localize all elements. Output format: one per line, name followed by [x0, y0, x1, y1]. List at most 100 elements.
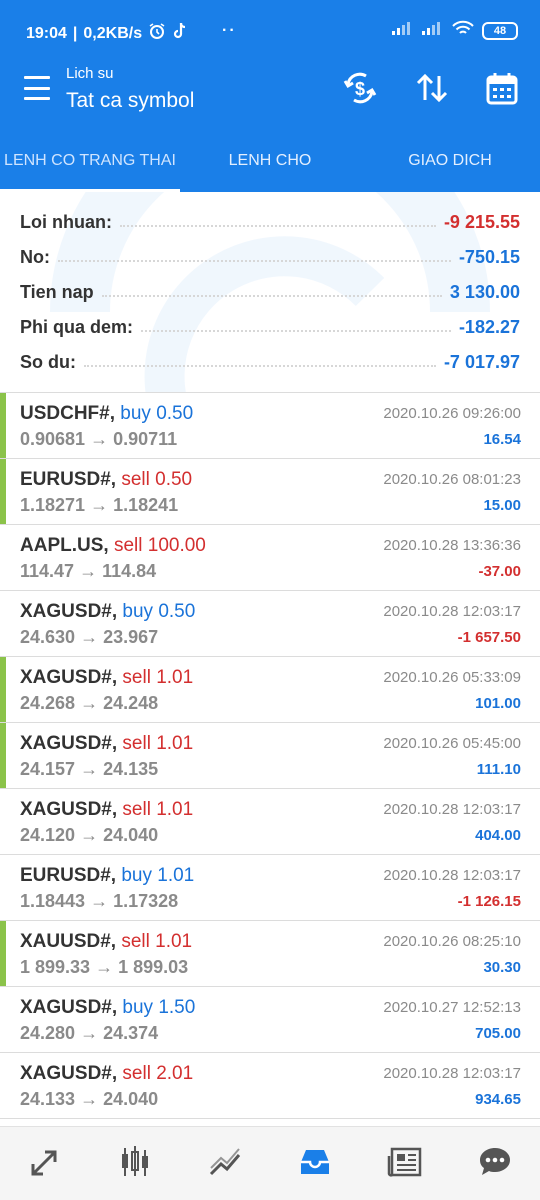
balance-label: So du:: [20, 351, 76, 372]
nav-chat[interactable]: [450, 1127, 540, 1200]
nav-trade[interactable]: [180, 1127, 270, 1200]
dotted-leader: [84, 365, 436, 367]
open-price: 114.47: [20, 561, 75, 581]
tab-bar: LENH CO TRANG THAI LENH CHO GIAO DICH: [0, 136, 540, 192]
order-symbol: USDCHF#,: [20, 403, 116, 424]
order-datetime: 2020.10.26 09:26:00: [383, 405, 521, 422]
signal-icon-2: [422, 21, 444, 40]
order-profit: 934.65: [475, 1091, 521, 1108]
closed-marker: [0, 723, 6, 788]
chat-icon: [477, 1144, 513, 1185]
order-profit: 101.00: [475, 695, 521, 712]
order-symbol-line: EURUSD#, buy 1.01: [20, 865, 194, 887]
order-row[interactable]: XAGUSD#, sell 1.01 24.120 → 24.040 2020.10…: [0, 789, 540, 855]
price-arrow: →: [90, 429, 109, 449]
close-price: 24.248: [103, 693, 159, 713]
signal-icon: [392, 21, 414, 40]
order-profit: -37.00: [478, 563, 521, 580]
price-arrow: →: [80, 825, 99, 845]
order-prices: 24.157 → 24.135: [20, 759, 158, 780]
open-price: 24.280: [20, 1023, 76, 1043]
status-time: 19:04: [26, 24, 67, 42]
tab-lenh-cho[interactable]: LENH CHO: [180, 136, 360, 192]
swap-label: Phi qua dem:: [20, 316, 134, 337]
order-row[interactable]: XAGUSD#, sell 1.01 24.268 → 24.248 2020.10…: [0, 657, 540, 723]
order-prices: 114.47 → 114.84: [20, 561, 156, 582]
order-row[interactable]: XAGUSD#, sell 2.01 24.133 → 24.040 2020.10…: [0, 1053, 540, 1119]
nav-chart[interactable]: [90, 1127, 180, 1200]
nav-news[interactable]: [360, 1127, 450, 1200]
tab-lenh-co-trang-thai[interactable]: LENH CO TRANG THAI: [0, 136, 180, 192]
page-title[interactable]: Tat ca symbol: [66, 89, 194, 113]
order-symbol: EURUSD#,: [20, 469, 117, 490]
dotted-leader: [119, 225, 436, 227]
menu-line: [24, 86, 50, 90]
order-volume: sell 0.50: [121, 469, 193, 490]
summary-row-debt: No: -750.15: [20, 242, 520, 272]
order-volume: buy 1.01: [121, 865, 195, 886]
order-row[interactable]: EURUSD#, sell 0.50 1.18271 → 1.18241 2020.…: [0, 459, 540, 525]
order-prices: 24.120 → 24.040: [20, 825, 158, 846]
calendar-icon[interactable]: [484, 70, 520, 106]
order-volume: sell 1.01: [122, 733, 194, 754]
currency-dollar-icon[interactable]: $: [342, 70, 378, 106]
price-arrow: →: [90, 891, 109, 911]
menu-line: [24, 76, 50, 79]
order-row[interactable]: XAGUSD#, buy 0.50 24.630 → 23.967 2020.10.…: [0, 591, 540, 657]
order-datetime: 2020.10.27 12:52:13: [383, 999, 521, 1016]
order-profit: -1 657.50: [457, 629, 521, 646]
order-row[interactable]: XAGUSD#, sell 2.01: [0, 1119, 540, 1126]
alarm-icon: [148, 22, 166, 45]
order-symbol-line: XAUUSD#, sell 1.01: [20, 931, 192, 953]
order-row[interactable]: USDCHF#, buy 0.50 0.90681 → 0.90711 2020.1…: [0, 393, 540, 459]
app-bar: Lich su Tat ca symbol $: [0, 60, 540, 122]
nav-quotes[interactable]: [0, 1127, 90, 1200]
order-prices: 1.18271 → 1.18241: [20, 495, 178, 516]
order-profit: -1 126.15: [457, 893, 521, 910]
order-symbol-line: AAPL.US, sell 100.00: [20, 535, 206, 557]
closed-marker: [0, 921, 6, 986]
summary-row-balance: So du: -7 017.97: [20, 347, 520, 377]
order-symbol-line: XAGUSD#, sell 1.01: [20, 733, 193, 755]
order-history-list[interactable]: USDCHF#, buy 0.50 0.90681 → 0.90711 2020.1…: [0, 392, 540, 1126]
quotes-arrows-icon: [27, 1144, 63, 1185]
order-symbol-line: XAGUSD#, buy 1.50: [20, 997, 195, 1019]
order-datetime: 2020.10.28 12:03:17: [383, 867, 521, 884]
order-symbol: XAGUSD#,: [20, 733, 118, 754]
open-price: 1.18271: [20, 495, 86, 515]
account-summary: Loi nhuan: -9 215.55 No: -750.15 Tien na…: [0, 192, 540, 392]
page-subtitle: Lich su: [66, 65, 114, 82]
order-profit: 30.30: [483, 959, 521, 976]
order-datetime: 2020.10.26 05:33:09: [383, 669, 521, 686]
trade-chart-icon: [207, 1144, 243, 1185]
nav-history[interactable]: [270, 1127, 360, 1200]
sort-icon[interactable]: [414, 70, 450, 106]
order-symbol: XAGUSD#,: [20, 799, 118, 820]
order-row[interactable]: EURUSD#, buy 1.01 1.18443 → 1.17328 2020.1…: [0, 855, 540, 921]
open-price: 24.120: [20, 825, 76, 845]
order-row[interactable]: AAPL.US, sell 100.00 114.47 → 114.84 2020.…: [0, 525, 540, 591]
order-prices: 24.280 → 24.374: [20, 1023, 158, 1044]
close-price: 114.84: [102, 561, 157, 581]
deposit-label: Tien nap: [20, 281, 94, 302]
close-price: 24.040: [103, 825, 159, 845]
order-symbol: XAGUSD#,: [20, 667, 118, 688]
close-price: 1 899.03: [118, 957, 189, 977]
order-row[interactable]: XAGUSD#, sell 1.01 24.157 → 24.135 2020.10…: [0, 723, 540, 789]
close-price: 23.967: [103, 627, 159, 647]
status-divider: |: [72, 24, 78, 42]
order-symbol-line: XAGUSD#, sell 1.01: [20, 799, 193, 821]
order-row[interactable]: XAUUSD#, sell 1.01 1 899.33 → 1 899.03 202…: [0, 921, 540, 987]
order-symbol: XAGUSD#,: [20, 601, 118, 622]
order-row[interactable]: XAGUSD#, buy 1.50 24.280 → 24.374 2020.10.…: [0, 987, 540, 1053]
order-prices: 1 899.33 → 1 899.03: [20, 957, 188, 978]
order-volume: buy 1.50: [122, 997, 196, 1018]
close-price: 1.17328: [113, 891, 179, 911]
tab-giao-dich[interactable]: GIAO DICH: [360, 136, 540, 192]
order-profit: 705.00: [475, 1025, 521, 1042]
menu-button[interactable]: [24, 76, 52, 100]
status-bar: 19:04 | 0,2KB/s ·· 48: [0, 0, 540, 60]
status-left: 19:04 | 0,2KB/s: [26, 22, 188, 45]
open-price: 1.18443: [20, 891, 86, 911]
order-prices: 24.268 → 24.248: [20, 693, 158, 714]
